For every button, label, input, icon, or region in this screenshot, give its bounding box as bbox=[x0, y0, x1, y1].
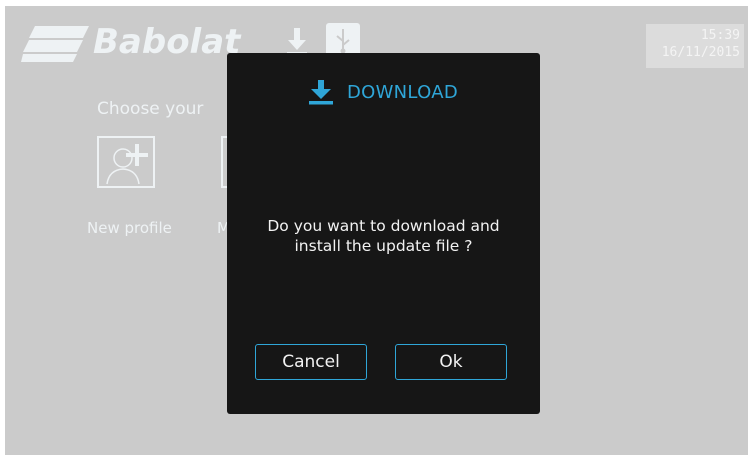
dialog-message: Do you want to download and install the … bbox=[227, 216, 540, 256]
cancel-button[interactable]: Cancel bbox=[255, 344, 367, 380]
ok-button[interactable]: Ok bbox=[395, 344, 507, 380]
device-screen: Babolat 15:39 16/11/2015 Choose your New… bbox=[5, 6, 748, 455]
new-profile-tile[interactable] bbox=[97, 136, 155, 188]
download-dialog: DOWNLOAD Do you want to download and ins… bbox=[227, 53, 540, 414]
clock-date: 16/11/2015 bbox=[661, 45, 740, 60]
babolat-logo-mark-icon bbox=[21, 26, 89, 62]
brand-name: Babolat bbox=[93, 22, 241, 62]
dialog-title: DOWNLOAD bbox=[227, 79, 540, 105]
download-icon bbox=[308, 80, 333, 105]
usb-icon bbox=[326, 23, 360, 57]
choose-profile-label: Choose your bbox=[97, 99, 204, 119]
new-profile-label: New profile bbox=[87, 219, 172, 237]
add-user-icon bbox=[106, 144, 148, 185]
clock: 15:39 16/11/2015 bbox=[646, 24, 744, 68]
clock-time: 15:39 bbox=[700, 28, 740, 43]
dialog-message-line2: install the update file ? bbox=[294, 237, 473, 255]
dialog-message-line1: Do you want to download and bbox=[267, 217, 500, 235]
dialog-title-text: DOWNLOAD bbox=[346, 81, 459, 103]
download-icon bbox=[287, 28, 307, 55]
